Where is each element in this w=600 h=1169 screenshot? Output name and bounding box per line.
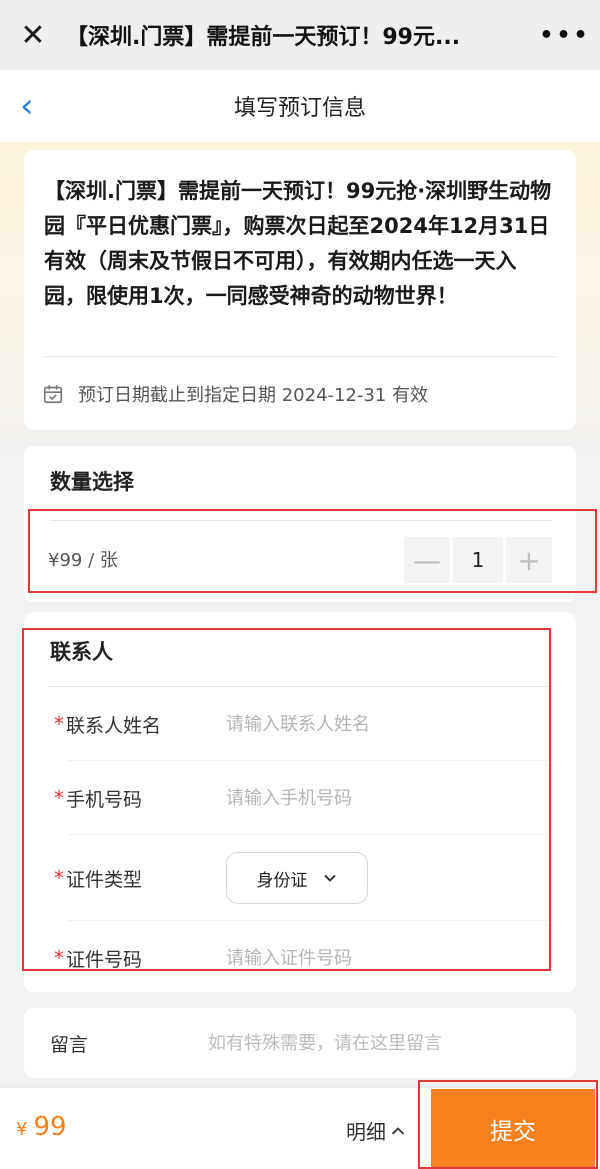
id-type-select[interactable]: 身份证 — [226, 852, 368, 904]
id-number-input[interactable] — [226, 947, 548, 969]
chevron-down-icon — [323, 874, 336, 882]
contact-name-row: * 联系人姓名 — [48, 687, 548, 761]
calendar-check-icon — [43, 385, 63, 404]
contact-heading: 联系人 — [50, 640, 113, 664]
contact-name-label: 联系人姓名 — [66, 714, 162, 737]
id-number-row: * 证件号码 — [48, 921, 548, 995]
divider — [44, 356, 556, 357]
chevron-up-icon — [391, 1126, 405, 1135]
id-type-value: 身份证 — [256, 870, 308, 891]
message-input[interactable] — [208, 1032, 576, 1054]
window-title: 【深圳.门票】需提前一天预订！99元... — [66, 25, 461, 50]
id-type-label: 证件类型 — [66, 868, 143, 891]
required-mark: * — [54, 946, 64, 970]
message-label: 留言 — [50, 1033, 89, 1056]
contact-card: 联系人 * 联系人姓名 * 手机号码 * 证件类型 身份证 * 证件号码 — [24, 612, 576, 992]
minus-icon: — — [413, 543, 441, 577]
submit-label: 提交 — [490, 1119, 536, 1145]
total-price: ¥ 99 — [16, 1112, 67, 1142]
required-mark: * — [54, 866, 64, 890]
back-button[interactable]: ‹ — [20, 70, 70, 142]
price-detail-button[interactable]: 明细 — [346, 1116, 406, 1145]
submit-button[interactable]: 提交 — [431, 1089, 595, 1169]
page-title: 填写预订信息 — [233, 96, 366, 121]
more-icon: ••• — [539, 22, 591, 48]
message-card: 留言 — [24, 1008, 576, 1078]
plus-icon: + — [517, 543, 541, 577]
decrement-button[interactable]: — — [404, 537, 450, 583]
booking-form: 【深圳.门票】需提前一天预订！99元抢·深圳野生动物园『平日优惠门票』，购票次日… — [0, 142, 600, 1087]
quantity-card: 数量选择 ¥99 / 张 — 1 + — [24, 446, 576, 602]
required-mark: * — [54, 712, 64, 736]
more-options-button[interactable]: ••• — [530, 0, 600, 70]
close-icon: ✕ — [20, 17, 46, 53]
bottom-action-bar: ¥ 99 明细 提交 — [0, 1087, 600, 1169]
close-button[interactable]: ✕ — [0, 0, 66, 70]
id-type-row: * 证件类型 身份证 — [48, 835, 548, 921]
window-top-bar: ✕ 【深圳.门票】需提前一天预订！99元... ••• — [0, 0, 600, 70]
product-title: 【深圳.门票】需提前一天预订！99元抢·深圳野生动物园『平日优惠门票』，购票次日… — [44, 179, 552, 308]
validity-row: 预订日期截止到指定日期 2024-12-31 有效 — [42, 376, 558, 412]
contact-name-input[interactable] — [226, 713, 548, 735]
unit-price: ¥99 / 张 — [48, 550, 118, 571]
total-amount: 99 — [33, 1112, 67, 1142]
detail-label: 明细 — [346, 1120, 386, 1144]
increment-button[interactable]: + — [506, 537, 552, 583]
quantity-heading: 数量选择 — [50, 470, 134, 494]
quantity-value[interactable]: 1 — [453, 537, 503, 583]
nav-bar: ‹ 填写预订信息 — [0, 70, 600, 142]
quantity-stepper: — 1 + — [404, 537, 552, 583]
required-mark: * — [54, 786, 64, 810]
phone-row: * 手机号码 — [48, 761, 548, 835]
chevron-left-icon: ‹ — [20, 86, 34, 126]
product-card: 【深圳.门票】需提前一天预订！99元抢·深圳野生动物园『平日优惠门票』，购票次日… — [24, 150, 576, 430]
validity-text: 预订日期截止到指定日期 2024-12-31 有效 — [78, 385, 429, 406]
phone-input[interactable] — [226, 787, 548, 809]
currency-symbol: ¥ — [16, 1119, 28, 1140]
divider — [50, 520, 552, 521]
id-number-label: 证件号码 — [66, 948, 143, 971]
phone-label: 手机号码 — [66, 788, 143, 811]
